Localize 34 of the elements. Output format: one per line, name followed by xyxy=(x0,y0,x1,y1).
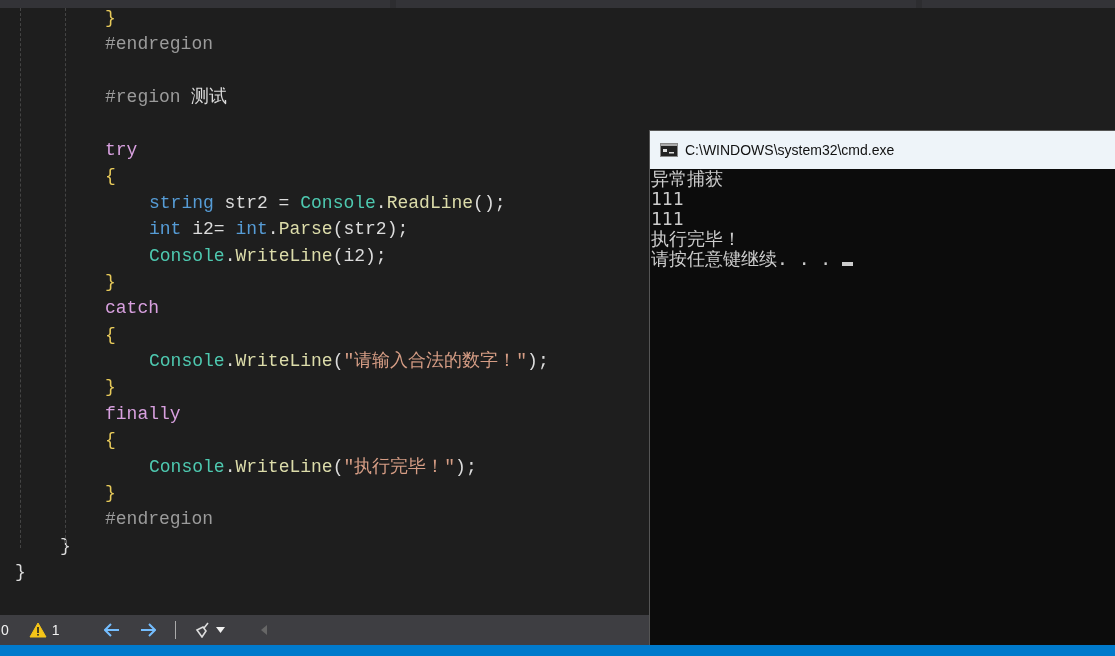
code-line: catch xyxy=(105,298,159,319)
code-line: { xyxy=(105,430,116,451)
code-line: } xyxy=(105,271,116,292)
brush-icon[interactable] xyxy=(193,622,212,638)
code-line: Console.WriteLine("执行完毕！"); xyxy=(149,456,477,477)
code-line: Console.WriteLine(i2); xyxy=(149,245,387,266)
console-line: 111 xyxy=(651,209,684,229)
window-title: C:\WINDOWS\system32\cmd.exe xyxy=(685,140,895,160)
warning-icon[interactable] xyxy=(28,622,47,638)
code-line: #region 测试 xyxy=(105,87,228,108)
code-line: } xyxy=(105,377,116,398)
code-line: { xyxy=(105,324,116,345)
text-cursor xyxy=(842,262,854,266)
back-arrow-icon[interactable] xyxy=(103,623,120,637)
code-line: finally xyxy=(105,403,181,424)
console-line: 请按任意键继续. . . xyxy=(651,249,833,269)
code-line: } xyxy=(15,562,26,583)
code-line: { xyxy=(105,166,116,187)
code-line: #endregion xyxy=(105,509,214,530)
caret-icon[interactable] xyxy=(215,627,225,633)
code-line: string str2 = Console.ReadLine(); xyxy=(149,192,506,213)
code-line: Console.WriteLine("请输入合法的数字！"); xyxy=(149,351,549,372)
terminal-icon xyxy=(660,143,678,157)
code-line: } xyxy=(105,8,116,28)
code-line: #endregion xyxy=(105,34,214,55)
console-line: 执行完毕！ xyxy=(651,229,741,249)
code-line: } xyxy=(105,483,116,504)
error-count[interactable]: 0 xyxy=(1,619,9,641)
code-line: int i2= int.Parse(str2); xyxy=(149,219,409,240)
console-line: 111 xyxy=(651,189,684,209)
console-line: 异常捕获 xyxy=(651,169,723,189)
warning-count[interactable]: 1 xyxy=(51,619,60,641)
forward-arrow-icon[interactable] xyxy=(139,623,156,637)
code-line: try xyxy=(105,139,138,160)
